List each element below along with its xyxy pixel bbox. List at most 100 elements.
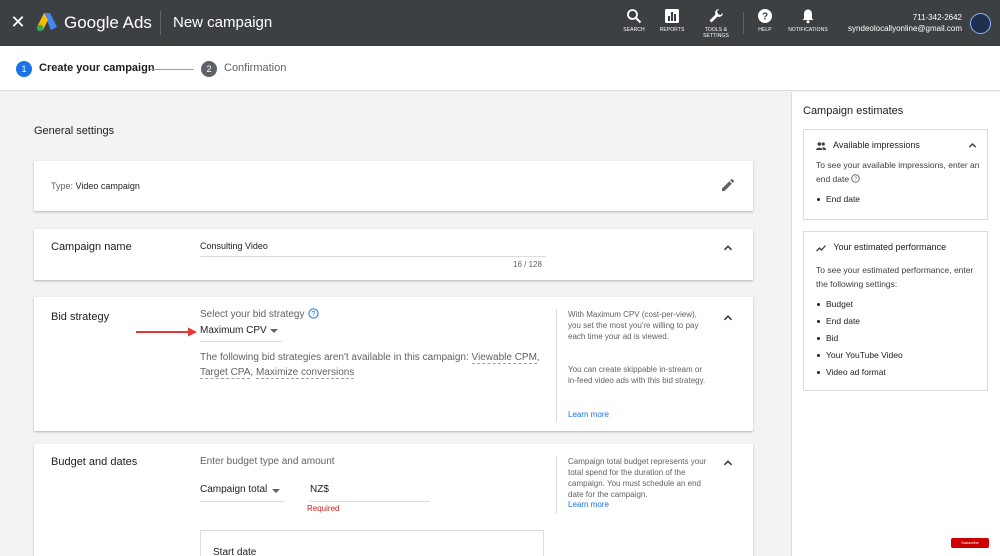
budget-instruction: Enter budget type and amount [200, 456, 335, 467]
google-ads-logo [36, 13, 57, 32]
help-tool-button[interactable]: ? HELP [745, 8, 785, 33]
search-icon [627, 9, 642, 24]
bid-help-text-2: You can create skippable in-stream or in… [568, 365, 706, 385]
notifications-tool-button[interactable]: NOTIFICATIONS [788, 8, 828, 33]
list-item: End date [816, 313, 903, 330]
svg-text:?: ? [312, 311, 316, 318]
bid-strategy-card: Bid strategy Select your bid strategy ? … [34, 297, 753, 431]
campaign-type-card: Type: Video campaign [34, 161, 753, 211]
top-app-bar: ✕ Google Ads New campaign SEARCH REPORTS… [0, 0, 1000, 46]
campaign-name-label: Campaign name [51, 241, 132, 253]
start-date-field[interactable]: Start date [200, 530, 544, 556]
budget-type-dropdown[interactable]: Campaign total [200, 484, 284, 502]
maximize-conversions-link[interactable]: Maximize conversions [255, 367, 355, 379]
reports-icon [665, 9, 679, 23]
impressions-requirements: End date [816, 191, 860, 208]
dropdown-caret-icon [270, 329, 278, 333]
char-counter: 16 / 128 [513, 260, 542, 269]
performance-requirements: Budget End date Bid Your YouTube Video V… [816, 296, 903, 381]
avatar[interactable] [970, 13, 991, 34]
start-date-label: Start date [213, 547, 257, 556]
performance-heading-text: Your estimated performance [833, 242, 947, 252]
brand-name: Google Ads [64, 13, 152, 32]
campaign-type: Type: Video campaign [51, 181, 140, 191]
bell-icon [802, 9, 814, 24]
side-divider [556, 309, 557, 421]
bid-strategy-label: Bid strategy [51, 311, 110, 323]
section-title: General settings [34, 125, 115, 137]
subscribe-badge[interactable]: Subscribe [951, 538, 989, 548]
help-circle-icon[interactable]: ? [308, 308, 319, 319]
chevron-up-icon[interactable] [968, 141, 977, 150]
performance-body: To see your estimated performance, enter… [816, 265, 974, 289]
campaign-type-prefix: Type: [51, 181, 74, 191]
dropdown-caret-icon [272, 489, 280, 493]
list-item: Video ad format [816, 364, 903, 381]
viewable-cpm-link[interactable]: Viewable CPM [471, 352, 537, 364]
chevron-up-icon[interactable] [723, 313, 733, 323]
list-item: End date [816, 191, 860, 208]
search-tool-label: SEARCH [623, 27, 645, 33]
title-divider [160, 11, 161, 35]
estimates-title: Campaign estimates [803, 105, 904, 117]
impressions-instruction: To see your available impressions, enter… [816, 158, 981, 186]
estimated-performance-card: Your estimated performance To see your e… [803, 231, 988, 391]
impressions-body: To see your available impressions, enter… [816, 160, 980, 184]
main-content: General settings Type: Video campaign Ca… [0, 92, 790, 556]
notifications-tool-label: NOTIFICATIONS [788, 27, 828, 33]
budget-dates-label: Budget and dates [51, 456, 138, 468]
svg-text:?: ? [762, 12, 768, 23]
step-number: 2 [201, 61, 217, 77]
tools-settings-label-2: SETTINGS [703, 33, 729, 39]
available-impressions-card: Available impressions To see your availa… [803, 129, 988, 220]
campaign-name-input[interactable]: Consulting Video [200, 239, 546, 257]
budget-help-text: Campaign total budget represents your to… [568, 457, 707, 499]
list-item: Bid [816, 330, 903, 347]
step-label: Create your campaign [39, 62, 155, 74]
step-number: 1 [16, 61, 32, 77]
list-item: Budget [816, 296, 903, 313]
budget-amount-input[interactable]: NZ$ [310, 484, 430, 502]
campaign-type-value: Video campaign [75, 181, 140, 191]
close-icon[interactable]: ✕ [9, 12, 27, 32]
step-label: Confirmation [224, 62, 287, 74]
impressions-heading-text: Available impressions [833, 140, 920, 150]
bid-learn-more-link[interactable]: Learn more [568, 410, 609, 419]
svg-text:?: ? [854, 177, 857, 183]
bid-strategy-dropdown[interactable]: Maximum CPV [200, 325, 282, 342]
account-info[interactable]: 711-342-2642 syndeolocallyonline@gmail.c… [848, 12, 962, 34]
step-connector [150, 69, 194, 70]
people-icon [816, 141, 826, 150]
edit-icon[interactable] [721, 178, 735, 192]
currency-prefix: NZ$ [310, 484, 329, 495]
target-cpa-link[interactable]: Target CPA [200, 367, 251, 379]
help-tool-label: HELP [758, 27, 772, 33]
help-icon: ? [758, 9, 772, 23]
search-tool-button[interactable]: SEARCH [614, 8, 654, 33]
bid-strategy-selected: Maximum CPV [200, 325, 267, 336]
budget-dates-card: Budget and dates Enter budget type and a… [34, 444, 753, 556]
chevron-up-icon[interactable] [723, 243, 733, 253]
campaign-stepper: 1 Create your campaign 2 Confirmation [0, 46, 1000, 91]
campaign-estimates-panel: Campaign estimates Available impressions… [791, 92, 1000, 556]
performance-heading: Your estimated performance [816, 242, 946, 252]
wrench-icon [709, 9, 723, 23]
trending-up-icon [816, 244, 826, 252]
campaign-name-card: Campaign name Consulting Video 16 / 128 [34, 229, 753, 280]
bid-select-label: Select your bid strategy [200, 309, 305, 320]
budget-type-selected: Campaign total [200, 484, 268, 495]
account-phone: 711-342-2642 [912, 13, 962, 22]
chevron-up-icon[interactable] [723, 458, 733, 468]
required-error: Required [307, 504, 340, 513]
budget-learn-more-link[interactable]: Learn more [568, 500, 609, 509]
help-circle-icon[interactable]: ? [851, 174, 861, 183]
tools-settings-button[interactable]: TOOLS & SETTINGS [696, 8, 736, 39]
page-title: New campaign [173, 14, 273, 31]
impressions-heading: Available impressions [816, 140, 920, 150]
side-divider [556, 456, 557, 514]
annotation-arrow-icon [136, 327, 197, 337]
reports-tool-button[interactable]: REPORTS [652, 8, 692, 33]
reports-tool-label: REPORTS [659, 27, 685, 33]
bid-help-text-1: With Maximum CPV (cost-per-view), you se… [568, 310, 699, 341]
unavailable-strategies-note: The following bid strategies aren't avai… [200, 352, 540, 379]
